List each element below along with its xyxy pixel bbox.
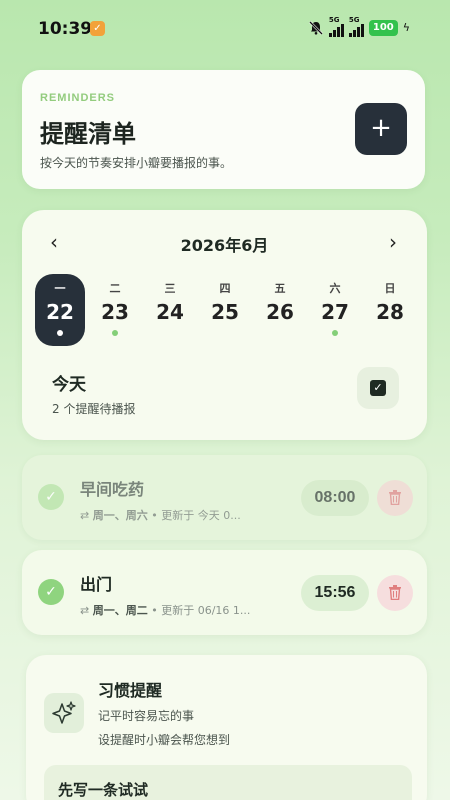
weekday-label: 日 [384, 282, 396, 295]
day-cell-24[interactable]: 三 24 [145, 274, 195, 346]
weekday-label: 六 [329, 282, 341, 295]
cellular-signal-icon: 5G [328, 16, 344, 37]
reminder-repeat: 周一、周二 [92, 604, 148, 617]
day-cell-27[interactable]: 六 27 [310, 274, 360, 346]
weekday-label: 五 [274, 282, 286, 295]
week-strip: 一 22 二 23 三 24 四 25 五 26 六 27 日 28 [35, 274, 415, 354]
sparkles-icon-svg [52, 701, 76, 724]
reminder-updated: • 更新于 今天 0... [151, 509, 241, 522]
habit-title: 习惯提醒 [98, 681, 163, 700]
weekday-label: 二 [109, 282, 121, 295]
has-reminder-dot [112, 330, 118, 336]
today-heading: 今天 [52, 375, 86, 395]
reminder-meta: ⇄ 周一、周六 • 更新于 今天 0... [80, 507, 300, 523]
status-icons: 5G 5G 100 ϟ [308, 16, 410, 37]
day-number: 23 [101, 300, 129, 324]
delete-button[interactable] [377, 575, 413, 611]
reminder-item[interactable]: ✓ 出门 ⇄ 周一、周二 • 更新于 06/16 1... 15:56 [22, 550, 427, 635]
try-first-reminder-button[interactable]: 先写一条试试 [44, 765, 412, 800]
day-number: 25 [211, 300, 239, 324]
day-cell-28[interactable]: 日 28 [365, 274, 415, 346]
day-cell-23[interactable]: 二 23 [90, 274, 140, 346]
day-number: 24 [156, 300, 184, 324]
has-reminder-dot [332, 330, 338, 336]
reminder-time[interactable]: 08:00 [301, 480, 369, 516]
has-reminder-dot [57, 330, 63, 336]
day-cell-25[interactable]: 四 25 [200, 274, 250, 346]
trash-icon [389, 490, 401, 505]
add-reminder-button[interactable]: + [355, 103, 407, 155]
day-number: 28 [376, 300, 404, 324]
day-cell-26[interactable]: 五 26 [255, 274, 305, 346]
checkbox-icon: ✓ [370, 380, 386, 396]
weekday-label: 四 [219, 282, 231, 295]
header-card: REMINDERS 提醒清单 按今天的节奏安排小瓣要播报的事。 + [22, 70, 425, 189]
trash-icon [389, 585, 401, 600]
status-time: 10:39 [38, 19, 93, 39]
page-title: 提醒清单 [40, 120, 136, 148]
network-type-label-2: 5G [348, 16, 360, 24]
page-subtitle: 按今天的节奏安排小瓣要播报的事。 [40, 156, 233, 170]
done-check-icon[interactable]: ✓ [38, 484, 64, 510]
delete-button[interactable] [377, 480, 413, 516]
bell-muted-icon [308, 20, 323, 35]
day-number: 27 [321, 300, 349, 324]
day-number: 22 [46, 300, 74, 324]
day-number: 26 [266, 300, 294, 324]
calendar-card: ‹ 2026年6月 › 一 22 二 23 三 24 四 25 五 26 六 2… [22, 210, 427, 440]
reminder-repeat: 周一、周六 [92, 509, 148, 522]
charging-icon: ϟ [402, 21, 410, 34]
habit-reminder-card: 习惯提醒 记平时容易忘的事 设提醒时小瓣会帮您想到 先写一条试试 [26, 655, 427, 800]
reminder-updated: • 更新于 06/16 1... [151, 604, 251, 617]
sparkles-icon [44, 693, 84, 733]
weekday-label: 三 [164, 282, 176, 295]
try-label: 先写一条试试 [58, 781, 149, 799]
cellular-signal-icon-2: 5G [348, 16, 364, 37]
today-summary: 2 个提醒待播报 [52, 402, 136, 416]
select-all-button[interactable]: ✓ [357, 367, 399, 409]
day-cell-22[interactable]: 一 22 [35, 274, 85, 346]
network-type-label: 5G [328, 16, 340, 24]
section-kicker: REMINDERS [40, 92, 116, 104]
reminder-title: 早间吃药 [80, 480, 145, 499]
next-month-button[interactable]: › [381, 230, 405, 254]
status-bar: 10:39 ✓ 5G 5G 100 ϟ [0, 0, 450, 58]
done-check-icon[interactable]: ✓ [38, 579, 64, 605]
app-notification-icon: ✓ [90, 21, 105, 36]
reminder-time[interactable]: 15:56 [301, 575, 369, 611]
weekday-label: 一 [54, 282, 66, 295]
habit-description-1: 记平时容易忘的事 [98, 709, 195, 723]
calendar-month-title: 2026年6月 [180, 236, 269, 255]
repeat-icon: ⇄ [80, 509, 90, 522]
reminder-meta: ⇄ 周一、周二 • 更新于 06/16 1... [80, 602, 300, 618]
repeat-icon: ⇄ [80, 604, 90, 617]
reminder-item[interactable]: ✓ 早间吃药 ⇄ 周一、周六 • 更新于 今天 0... 08:00 [22, 455, 427, 540]
reminder-title: 出门 [80, 575, 113, 594]
battery-icon: 100 [368, 19, 398, 36]
habit-description-2: 设提醒时小瓣会帮您想到 [98, 733, 231, 747]
